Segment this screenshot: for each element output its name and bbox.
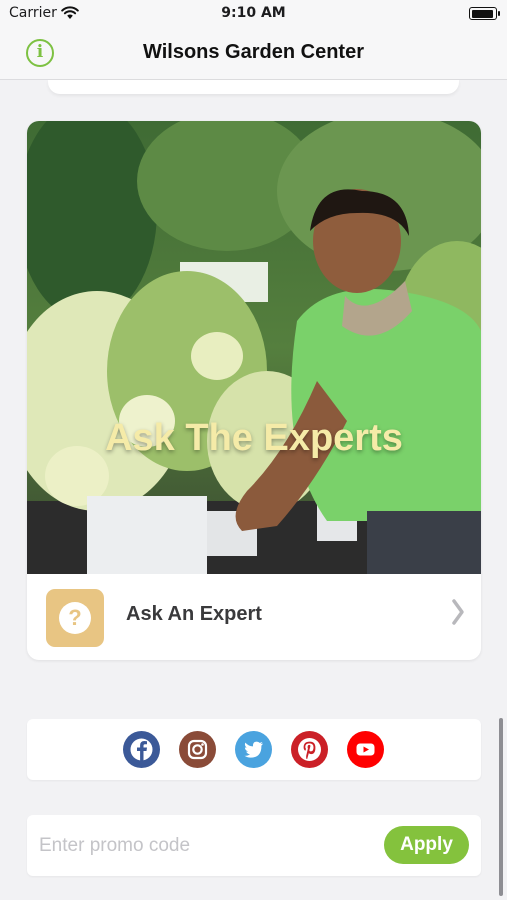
- page-title: Wilsons Garden Center: [143, 41, 364, 63]
- status-bar: Carrier 9:10 AM: [0, 0, 507, 28]
- expert-photo: [27, 121, 481, 574]
- promo-code-input[interactable]: [39, 833, 369, 859]
- twitter-icon[interactable]: [235, 731, 272, 768]
- battery-icon: [469, 7, 500, 20]
- social-links: [27, 719, 481, 780]
- facebook-icon[interactable]: [123, 731, 160, 768]
- image-heading: Ask The Experts: [105, 417, 403, 459]
- pinterest-icon[interactable]: [291, 731, 328, 768]
- apply-button[interactable]: Apply: [384, 826, 469, 864]
- ask-expert-label: Ask An Expert: [126, 603, 262, 625]
- navigation-bar: i Wilsons Garden Center: [0, 28, 507, 80]
- clock: 9:10 AM: [221, 5, 286, 21]
- question-circle-icon: ?: [46, 589, 104, 647]
- promo-code-card: Apply: [27, 815, 481, 876]
- scrollbar[interactable]: [499, 718, 503, 896]
- chevron-right-icon: [451, 598, 465, 631]
- ask-expert-row[interactable]: ? Ask An Expert: [27, 574, 481, 660]
- youtube-icon[interactable]: [347, 731, 384, 768]
- previous-card-edge: [48, 80, 459, 94]
- instagram-icon[interactable]: [179, 731, 216, 768]
- ask-experts-card[interactable]: Ask The Experts ? Ask An Expert: [27, 121, 481, 660]
